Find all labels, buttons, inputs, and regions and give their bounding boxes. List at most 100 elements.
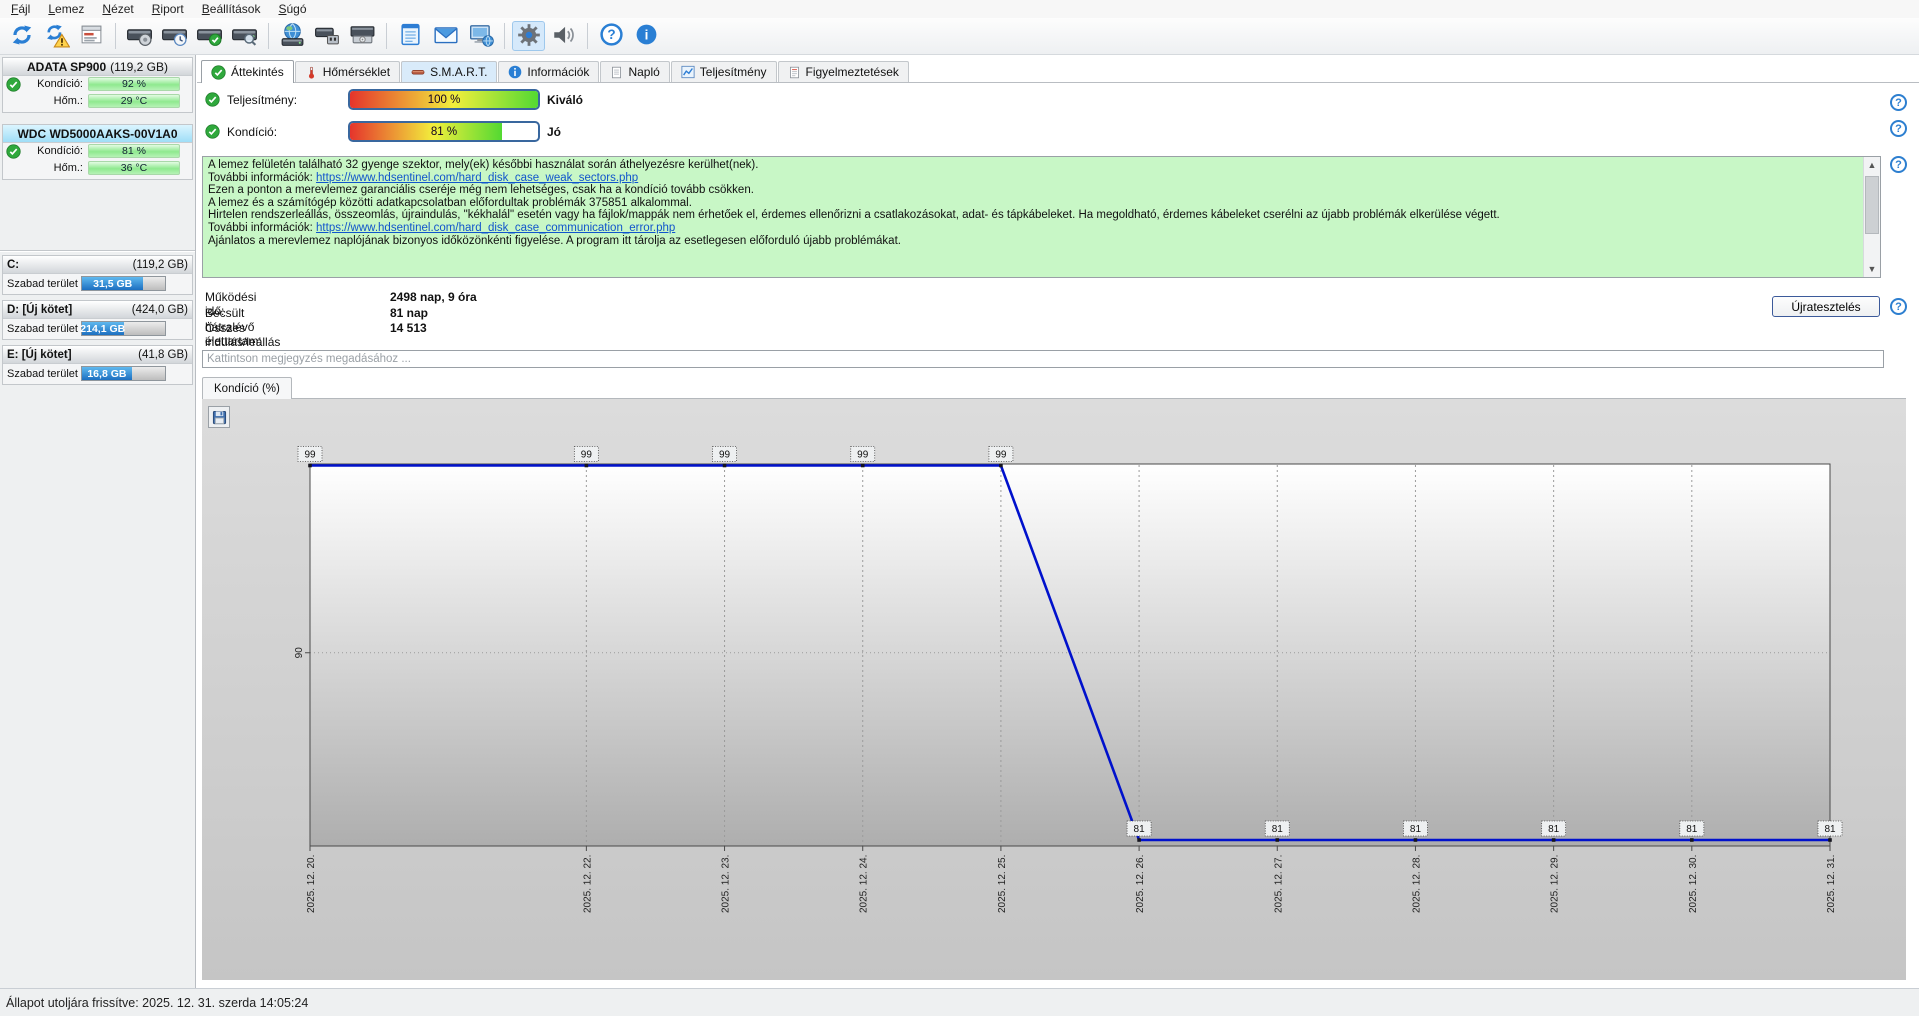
- toolbar-refresh-button[interactable]: [5, 21, 38, 51]
- chart-tab-condition[interactable]: Kondíció (%): [202, 377, 292, 399]
- svg-text:2025. 12. 27.: 2025. 12. 27.: [1273, 855, 1284, 913]
- volume-card-header[interactable]: E: [Új kötet] (41,8 GB): [3, 346, 192, 364]
- chart-mini-icon: [681, 65, 695, 79]
- volume-card[interactable]: E: [Új kötet] (41,8 GB) Szabad terület 1…: [2, 345, 193, 385]
- menu-lemez[interactable]: Lemez: [39, 1, 93, 17]
- info-link[interactable]: https://www.hdsentinel.com/hard_disk_cas…: [316, 222, 675, 234]
- save-chart-button[interactable]: [208, 406, 230, 428]
- disk-metric-row: Hőm.: 36 °C: [3, 160, 192, 177]
- disk-list: ADATA SP900 (119,2 GB) Kondíció: 92 % Hőm.: 2…: [0, 57, 195, 180]
- tab-label: Áttekintés: [231, 65, 284, 79]
- tab-napl-[interactable]: Napló: [600, 61, 670, 82]
- help-icon: ?: [599, 22, 624, 50]
- disk-card-header[interactable]: ADATA SP900 (119,2 GB): [3, 58, 192, 76]
- toolbar-remote-computer-button[interactable]: [464, 21, 497, 51]
- toolbar-disk-schedule-button[interactable]: [158, 21, 191, 51]
- tab--ttekint-s[interactable]: Áttekintés: [201, 60, 294, 83]
- main-panel: Áttekintés Hőmérséklet S.M.A.R.T. Informáci…: [197, 55, 1919, 988]
- toolbar-report-window-button[interactable]: [75, 21, 108, 51]
- disk-card-header[interactable]: WDC WD5000AAKS-00V1A0: [3, 125, 192, 143]
- scroll-up-icon[interactable]: ▲: [1864, 157, 1880, 173]
- svg-text:2025. 12. 23.: 2025. 12. 23.: [721, 855, 732, 913]
- scroll-thumb[interactable]: [1865, 176, 1879, 234]
- volume-size: (119,2 GB): [132, 258, 188, 271]
- disk-name: ADATA SP900: [27, 59, 107, 74]
- tab-bar: Áttekintés Hőmérséklet S.M.A.R.T. Informáci…: [197, 60, 1919, 83]
- menu-súgó[interactable]: Súgó: [269, 1, 315, 17]
- performance-bar-value: 100 %: [427, 93, 461, 106]
- toolbar-about-button[interactable]: i: [630, 21, 663, 51]
- tab-teljes-tm-ny[interactable]: Teljesítmény: [670, 61, 777, 82]
- tab-s-m-a-r-t-[interactable]: S.M.A.R.T.: [401, 61, 498, 82]
- svg-text:2025. 12. 31.: 2025. 12. 31.: [1826, 855, 1837, 913]
- comment-input[interactable]: [202, 350, 1884, 368]
- toolbar-refresh-warning-button[interactable]: [40, 21, 73, 51]
- disk-card[interactable]: WDC WD5000AAKS-00V1A0 Kondíció: 81 % Hőm.: 3…: [2, 124, 193, 180]
- disk-search-icon: [231, 22, 258, 50]
- volume-card-header[interactable]: C: (119,2 GB): [3, 256, 192, 274]
- toolbar-disk-ok-button[interactable]: [193, 21, 226, 51]
- toolbar-separator: [268, 23, 269, 49]
- health-message-line: Ezen a ponton a merevlemez garanciális c…: [208, 184, 754, 197]
- volume-name: D: [Új kötet]: [7, 303, 73, 316]
- health-message-line: A lemez és a számítógép közötti adatkapc…: [208, 196, 692, 209]
- tab-label: Információk: [527, 65, 590, 79]
- tab-inform-ci-k[interactable]: Információk: [498, 61, 600, 82]
- menu-fájl[interactable]: Fájl: [2, 1, 39, 17]
- health-message-box: A lemez felületén található 32 gyenge sz…: [202, 156, 1881, 278]
- menu-bar: Fájl Lemez Nézet Riport Beállítások Súgó: [0, 0, 1919, 18]
- info-circle-icon: [508, 65, 522, 79]
- toolbar-help-button[interactable]: ?: [595, 21, 628, 51]
- volume-free-bar: 214,1 GB: [80, 321, 166, 336]
- disk-metric-row: Hőm.: 29 °C: [3, 93, 192, 110]
- volume-free-row: Szabad terület 31,5 GB: [3, 274, 192, 294]
- toolbar-disk-eject-button[interactable]: [346, 21, 379, 51]
- retest-button[interactable]: Újratesztelés: [1772, 296, 1880, 317]
- tab-label: Figyelmeztetések: [805, 65, 899, 79]
- toolbar-separator: [115, 23, 116, 49]
- toolbar-settings-button[interactable]: [512, 21, 545, 51]
- tab-label: Napló: [628, 65, 660, 79]
- svg-text:2025. 12. 22.: 2025. 12. 22.: [582, 855, 593, 913]
- toolbar-disk-search-button[interactable]: [228, 21, 261, 51]
- disk-metric-bar: 36 °C: [88, 161, 180, 175]
- help-icon[interactable]: ?: [1890, 94, 1907, 111]
- volume-card-header[interactable]: D: [Új kötet] (424,0 GB): [3, 301, 192, 319]
- menu-riport[interactable]: Riport: [143, 1, 193, 17]
- tab-h-m-rs-klet[interactable]: Hőmérséklet: [294, 61, 401, 82]
- toolbar-disk-network-button[interactable]: [276, 21, 309, 51]
- performance-rating: Kiváló: [547, 93, 584, 107]
- volume-free-bar: 16,8 GB: [81, 366, 166, 381]
- tab-figyelmeztet-sek[interactable]: Figyelmeztetések: [777, 61, 909, 82]
- toolbar-email-button[interactable]: [429, 21, 462, 51]
- disk-metric-label: Hőm.:: [53, 95, 83, 107]
- toolbar-separator: [386, 23, 387, 49]
- tab-label: Hőmérséklet: [322, 65, 391, 79]
- disk-schedule-icon: [161, 22, 188, 50]
- toolbar-disk-usb-button[interactable]: [311, 21, 344, 51]
- help-icon[interactable]: ?: [1890, 156, 1907, 173]
- save-icon: [212, 410, 227, 425]
- toolbar: ? i: [0, 18, 1919, 55]
- volume-card[interactable]: D: [Új kötet] (424,0 GB) Szabad terület …: [2, 300, 193, 340]
- email-icon: [433, 22, 459, 51]
- toolbar-notes-button[interactable]: [394, 21, 427, 51]
- message-scrollbar[interactable]: ▲ ▼: [1863, 157, 1880, 277]
- svg-text:81: 81: [1686, 824, 1698, 835]
- disk-metric-label: Hőm.:: [53, 162, 83, 174]
- refresh-warning-icon: [44, 22, 70, 51]
- toolbar-disk-status-button[interactable]: [123, 21, 156, 51]
- condition-label: Kondíció:: [227, 125, 278, 139]
- disk-network-icon: [279, 22, 306, 50]
- volume-card[interactable]: C: (119,2 GB) Szabad terület 31,5 GB: [2, 255, 193, 295]
- scroll-down-icon[interactable]: ▼: [1864, 261, 1880, 277]
- help-icon[interactable]: ?: [1890, 298, 1907, 315]
- tab-label: S.M.A.R.T.: [430, 65, 488, 79]
- disk-card[interactable]: ADATA SP900 (119,2 GB) Kondíció: 92 % Hőm.: 2…: [2, 57, 193, 113]
- volume-free-label: Szabad terület: [7, 323, 78, 335]
- menu-beállítások[interactable]: Beállítások: [193, 1, 270, 17]
- help-icon[interactable]: ?: [1890, 120, 1907, 137]
- menu-nézet[interactable]: Nézet: [93, 1, 142, 17]
- info-link[interactable]: https://www.hdsentinel.com/hard_disk_cas…: [316, 172, 638, 184]
- toolbar-sounds-button[interactable]: [547, 21, 580, 51]
